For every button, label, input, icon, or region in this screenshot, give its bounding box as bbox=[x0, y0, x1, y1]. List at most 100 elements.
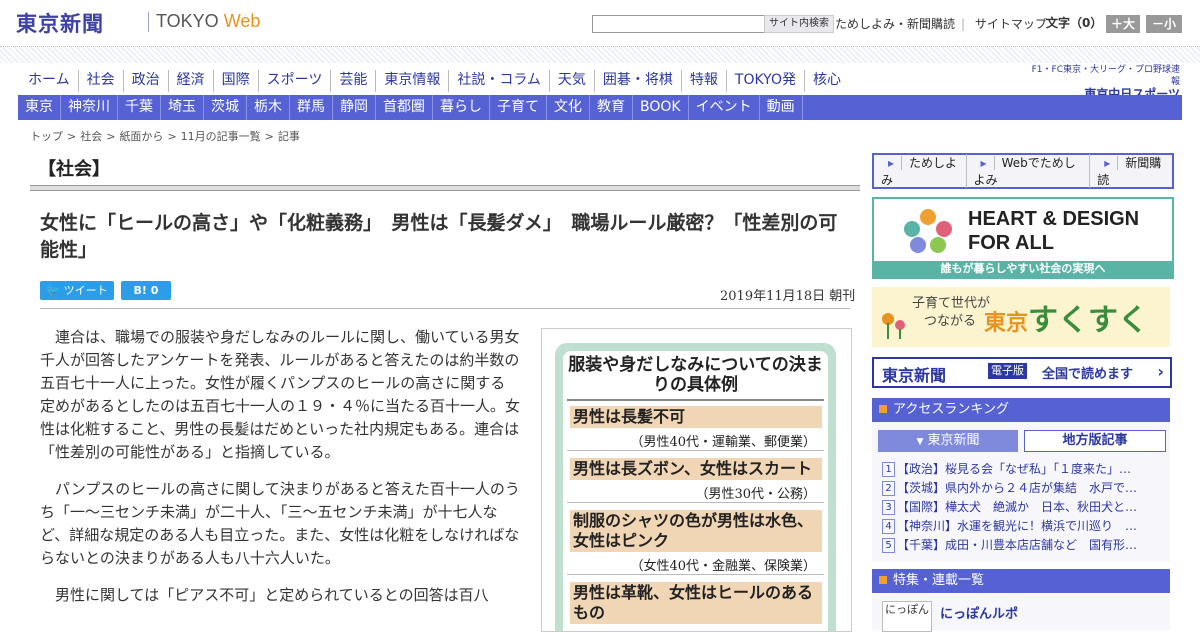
site-logo[interactable]: 東京新聞 bbox=[16, 8, 104, 38]
tweet-button[interactable]: 🐦 ツイート bbox=[40, 281, 114, 300]
figure-rule-divider bbox=[567, 502, 824, 503]
ranking-item[interactable]: 3 【国際】樺太犬 絶滅か 日本、秋田犬と… bbox=[882, 498, 1162, 517]
regional-nav-item[interactable]: 茨城 bbox=[204, 95, 247, 120]
ranking-item[interactable]: 5 【千葉】成田・川豊本店店舗など 国有形… bbox=[882, 536, 1162, 555]
heart-design-title-line1: HEART & DESIGN bbox=[968, 208, 1140, 230]
regional-nav: 東京 神奈川 千葉 埼玉 茨城 栃木 群馬 静岡 首都圏 暮らし 子育て 文化 教育 BOOK イベント 動画 bbox=[18, 95, 1182, 120]
digital-badge: 電子版 bbox=[988, 363, 1027, 379]
header-link-sitemap[interactable]: サイトマップ bbox=[975, 17, 1047, 31]
main-nav-item[interactable]: 社会 bbox=[77, 70, 123, 92]
regional-nav-item[interactable]: 動画 bbox=[760, 95, 803, 120]
ranking-item[interactable]: 4 【神奈川】水運を観光に！横浜で川巡り … bbox=[882, 517, 1162, 536]
regional-nav-item[interactable]: 暮らし bbox=[433, 95, 490, 120]
heart-design-caption: 誰もが暮らしやすい社会の実現へ bbox=[874, 261, 1172, 277]
regional-nav-item[interactable]: 千葉 bbox=[118, 95, 161, 120]
features-header: 特集・連載一覧 bbox=[872, 569, 1170, 593]
article-date: 2019年11月18日 朝刊 bbox=[720, 289, 856, 304]
main-nav-item[interactable]: 核心 bbox=[803, 70, 849, 92]
regional-nav-item[interactable]: 東京 bbox=[18, 95, 61, 120]
features-title: 特集・連載一覧 bbox=[893, 573, 985, 588]
ranking-item-text: 【千葉】成田・川豊本店店舗など 国有形… bbox=[897, 538, 1138, 552]
main-nav-item[interactable]: スポーツ bbox=[257, 70, 331, 92]
font-smaller-button[interactable]: －小 bbox=[1146, 15, 1182, 33]
regional-nav-item[interactable]: 群馬 bbox=[290, 95, 333, 120]
main-nav-item[interactable]: ホーム bbox=[20, 70, 78, 92]
digital-edition-banner[interactable]: 東京新聞 電子版 全国で読めます › bbox=[872, 357, 1172, 388]
site-search-button[interactable]: サイト内検索 bbox=[764, 15, 834, 33]
regional-nav-item[interactable]: 埼玉 bbox=[161, 95, 204, 120]
main-nav-item[interactable]: 囲碁・将棋 bbox=[593, 70, 681, 92]
arrow-right-icon: ▸ bbox=[973, 156, 995, 170]
figure-frame: 服装や身だしなみについての決まりの具体例 男性は長髪不可 （男性40代・運輸業、… bbox=[555, 343, 836, 631]
breadcrumb-item[interactable]: 社会 bbox=[80, 130, 102, 143]
subscribe-link[interactable]: ▸ 新聞購読 bbox=[1090, 154, 1172, 188]
ranking-item[interactable]: 1 【政治】桜見る会「なぜ私」「１度来た」… bbox=[882, 460, 1162, 479]
main-nav-item[interactable]: 特報 bbox=[680, 70, 726, 92]
main-nav-item[interactable]: 経済 bbox=[167, 70, 213, 92]
figure-rule-source: （男性30代・公務） bbox=[695, 487, 816, 502]
breadcrumb-separator: > bbox=[106, 130, 116, 143]
logo-divider bbox=[148, 12, 149, 32]
ranking-item-text: 【神奈川】水運を観光に！横浜で川巡り … bbox=[897, 519, 1138, 533]
regional-nav-item[interactable]: 子育て bbox=[490, 95, 547, 120]
regional-nav-item[interactable]: 教育 bbox=[590, 95, 633, 120]
square-bullet-icon bbox=[879, 576, 887, 584]
sukusuku-banner[interactable]: 子育て世代が つながる 東京すくすく bbox=[872, 287, 1170, 347]
ranking-number: 1 bbox=[882, 462, 895, 477]
regional-nav-item[interactable]: 栃木 bbox=[247, 95, 290, 120]
site-search-input[interactable] bbox=[592, 15, 766, 33]
tab-tokyo-shimbun[interactable]: ▼ 東京新聞 bbox=[878, 430, 1018, 452]
figure-rule-source: （男性40代・運輸業、郵便業） bbox=[630, 435, 816, 450]
feature-thumbnail[interactable]: にっぽん bbox=[882, 601, 932, 632]
main-nav-item[interactable]: 社説・コラム bbox=[448, 70, 549, 92]
regional-nav-item[interactable]: 静岡 bbox=[333, 95, 376, 120]
regional-nav-item[interactable]: 神奈川 bbox=[61, 95, 118, 120]
ranking-number: 3 bbox=[882, 500, 895, 515]
figure-title: 服装や身だしなみについての決まりの具体例 bbox=[568, 355, 823, 395]
regional-nav-item[interactable]: 首都圏 bbox=[376, 95, 433, 120]
heart-design-logo-icon bbox=[904, 209, 952, 253]
sukusuku-subtitle: 子育て世代が つながる bbox=[912, 295, 990, 331]
twitter-bird-icon: 🐦 bbox=[46, 284, 61, 297]
ranking-number: 2 bbox=[882, 481, 895, 496]
trial-link[interactable]: ▸ ためしよみ bbox=[874, 154, 967, 188]
feature-link[interactable]: にっぽんルポ bbox=[940, 603, 1018, 622]
regional-nav-item[interactable]: BOOK bbox=[633, 95, 689, 120]
ranking-header: アクセスランキング bbox=[872, 398, 1170, 422]
article-paragraph: パンプスのヒールの高さに関して決まりがあると答えた百十一人のうち「一～三センチ未… bbox=[40, 480, 520, 567]
main-nav-item[interactable]: 芸能 bbox=[330, 70, 375, 92]
breadcrumb-item[interactable]: トップ bbox=[30, 130, 63, 143]
regional-nav-item[interactable]: 文化 bbox=[547, 95, 590, 120]
digital-logo: 東京新聞 bbox=[882, 366, 947, 385]
breadcrumb-item[interactable]: 11月の記事一覧 bbox=[181, 130, 261, 143]
site-header: 東京新聞 TOKYO Web サイト内検索 ためしよみ・新聞購読 | サイトマップ… bbox=[0, 0, 1200, 47]
main-nav-item[interactable]: 天気 bbox=[548, 70, 594, 92]
figure-title-rule bbox=[567, 399, 824, 401]
header-links: ためしよみ・新聞購読 | サイトマップ bbox=[835, 15, 1053, 32]
sukusuku-subtitle-line2: つながる bbox=[924, 314, 977, 329]
breadcrumb-item[interactable]: 紙面から bbox=[119, 130, 163, 143]
figure-rule-source: （女性40代・金融業、保険業） bbox=[630, 559, 816, 574]
breadcrumb: トップ > 社会 > 紙面から >11月の記事一覧 > 記事 bbox=[30, 128, 304, 144]
main-nav-item[interactable]: 東京情報 bbox=[375, 70, 448, 92]
ranking-box: ▼ 東京新聞 地方版記事 1 【政治】桜見る会「なぜ私」「１度来た」… 2 【茨城】県… bbox=[872, 422, 1170, 562]
web-trial-link[interactable]: ▸ Webでためしよみ bbox=[967, 154, 1091, 188]
main-nav-item[interactable]: 国際 bbox=[212, 70, 258, 92]
font-size-label: 文字（0） bbox=[1046, 16, 1103, 30]
article-figure[interactable]: 服装や身だしなみについての決まりの具体例 男性は長髪不可 （男性40代・運輸業、… bbox=[541, 328, 852, 632]
regional-nav-item[interactable]: イベント bbox=[689, 95, 760, 120]
figure-rule-item: 男性は革靴、女性はヒールのあるもの bbox=[570, 582, 822, 624]
breadcrumb-separator: > bbox=[264, 130, 274, 143]
main-nav-item[interactable]: TOKYO発 bbox=[725, 70, 804, 92]
ranking-item-text: 【国際】樺太犬 絶滅か 日本、秋田犬と… bbox=[897, 500, 1138, 514]
ranking-item[interactable]: 2 【茨城】県内外から２４店が集結 水戸で… bbox=[882, 479, 1162, 498]
digital-text: 全国で読めます bbox=[1042, 367, 1134, 382]
font-larger-button[interactable]: ＋大 bbox=[1106, 15, 1140, 33]
main-nav-item[interactable]: 政治 bbox=[122, 70, 168, 92]
tokyo-web-logo[interactable]: TOKYO Web bbox=[156, 11, 260, 32]
header-link-trial[interactable]: ためしよみ・新聞購読 bbox=[835, 17, 955, 31]
heart-design-banner[interactable]: HEART & DESIGN FOR ALL 誰もが暮らしやすい社会の実現へ bbox=[872, 197, 1174, 279]
tab-local-articles[interactable]: 地方版記事 bbox=[1024, 430, 1166, 452]
hatena-bookmark-button[interactable]: B! 0 bbox=[121, 281, 171, 300]
main-nav: ホーム 社会 政治 経済 国際 スポーツ 芸能 東京情報 社説・コラム 天気 囲碁・将棋 特報 TOKY… bbox=[20, 70, 849, 92]
